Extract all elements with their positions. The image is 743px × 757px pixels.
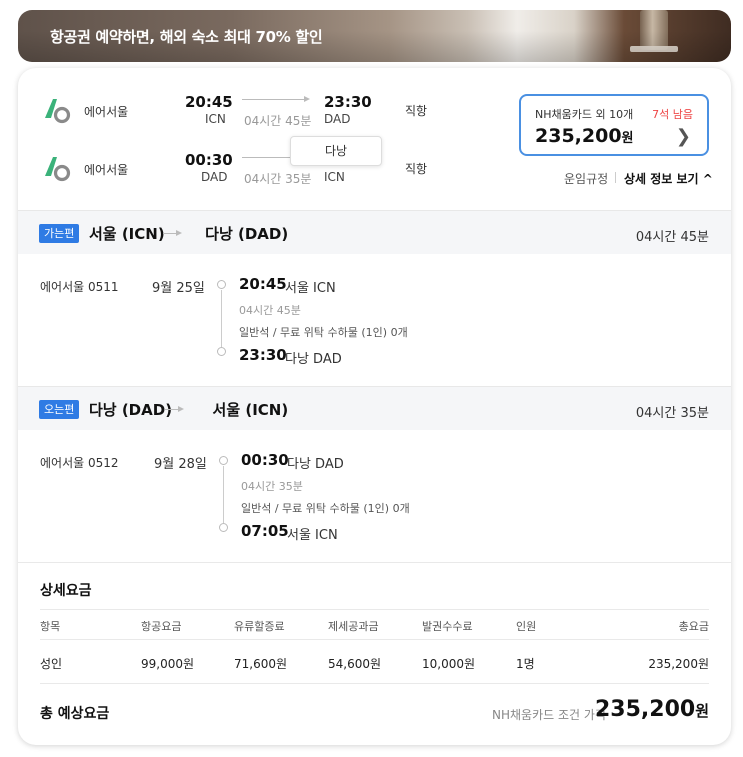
summary-type-outbound: 직항 (405, 104, 428, 118)
return-route: 다낭 (DAD) 서울 (ICN) (89, 399, 288, 420)
airline-logo-icon (45, 157, 71, 182)
departure-from: 서울 (ICN) (89, 225, 165, 243)
summary-dep-time-inbound: 00:30 (185, 151, 233, 169)
return-date: 9월 28일 (154, 457, 207, 472)
departure-duration: 04시간 45분 (239, 304, 301, 317)
return-arr-place: 서울 ICN (287, 528, 338, 543)
total-price: 235,200원 (594, 697, 709, 722)
return-to: 서울 (ICN) (212, 401, 289, 419)
seats-left-badge: 7석 남음 (652, 108, 693, 121)
airline-logo-icon (45, 99, 71, 124)
return-duration: 04시간 35분 (241, 480, 303, 493)
fare-header-fee: 발권수수료 (422, 620, 473, 633)
promo-banner[interactable]: 항공권 예약하면, 해외 숙소 최대 70% 할인 (18, 10, 731, 62)
departure-route: 서울 (ICN) 다낭 (DAD) (89, 223, 288, 244)
summary-dep-code-outbound: ICN (205, 112, 226, 126)
departure-arr-place: 다낭 DAD (285, 352, 342, 367)
chevron-right-icon: ❯ (675, 126, 691, 147)
summary-dep-code-inbound: DAD (201, 170, 228, 184)
link-divider (615, 172, 616, 183)
summary-airline-inbound: 에어서울 (84, 163, 129, 177)
summary-dep-time-outbound: 20:45 (185, 93, 233, 111)
fare-header-airfare: 항공요금 (141, 620, 182, 633)
fare-cell-tax: 54,600원 (328, 657, 382, 671)
airport-tooltip: 다낭 (290, 136, 382, 166)
summary-arr-code-outbound: DAD (324, 112, 351, 126)
fare-section-title: 상세요금 (40, 583, 92, 599)
departure-dep-place: 서울 ICN (285, 281, 336, 296)
fare-cell-fuel: 71,600원 (234, 657, 288, 671)
fare-cell-fee: 10,000원 (422, 657, 476, 671)
fare-cell-total: 235,200원 (648, 657, 709, 671)
summary-duration-inbound: 04시간 35분 (244, 172, 312, 186)
departure-arr-time: 23:30 (239, 346, 287, 364)
timeline-end-dot (217, 347, 226, 356)
price-value: 235,200원 (535, 125, 634, 147)
route-arrow-line (163, 233, 177, 234)
fare-cell-item: 성인 (40, 657, 63, 671)
timeline-line (221, 290, 222, 347)
fare-cell-pax: 1명 (516, 657, 535, 671)
return-section-header: 오는편 다낭 (DAD) 서울 (ICN) 04시간 35분 (18, 386, 731, 430)
departure-dep-time: 20:45 (239, 275, 287, 293)
summary-airline-outbound: 에어서울 (84, 105, 129, 119)
departure-section-header: 가는편 서울 (ICN) 다낭 (DAD) 04시간 45분 (18, 210, 731, 254)
fare-header-pax: 인원 (516, 620, 537, 633)
summary-arr-code-inbound: ICN (324, 170, 345, 184)
return-arr-time: 07:05 (241, 522, 289, 540)
fare-table-header-rule (40, 639, 709, 640)
fare-header-tax: 제세공과금 (328, 620, 379, 633)
fare-table-top-rule (40, 609, 709, 610)
summary-route-line-outbound (242, 99, 304, 100)
return-dep-place: 다낭 DAD (287, 457, 344, 472)
return-total-duration: 04시간 35분 (635, 406, 709, 421)
details-toggle-link[interactable]: 상세 정보 보기 ^ (624, 170, 713, 187)
timeline-line (223, 466, 224, 523)
return-baggage: 일반석 / 무료 위탁 수하물 (1인) 0개 (241, 502, 410, 515)
departure-flight-number: 에어서울 0511 (40, 280, 119, 294)
return-badge: 오는편 (39, 400, 80, 419)
summary-type-inbound: 직항 (405, 162, 428, 176)
summary-route-arrow-outbound (304, 96, 310, 102)
banner-text: 항공권 예약하면, 해외 숙소 최대 70% 할인 (50, 28, 323, 46)
price-select-button[interactable]: NH채움카드 외 10개 7석 남음 235,200원 ❯ (519, 94, 709, 156)
return-dep-time: 00:30 (241, 451, 289, 469)
departure-total-duration: 04시간 45분 (635, 230, 709, 245)
fare-header-total: 총요금 (678, 620, 709, 633)
total-condition: NH채움카드 조건 가격 (492, 708, 606, 722)
departure-to: 다낭 (DAD) (205, 225, 289, 243)
fare-table-bottom-rule (40, 683, 709, 684)
fare-rules-link[interactable]: 운임규정 (564, 170, 608, 187)
flight-card: 에어서울 20:45 ICN 04시간 45분 23:30 DAD 직항 에어서… (18, 68, 731, 745)
fare-header-fuel: 유류할증료 (234, 620, 285, 633)
summary-arr-time-outbound: 23:30 (324, 93, 372, 111)
timeline-start-dot (217, 280, 226, 289)
route-arrow-icon (176, 230, 182, 236)
departure-baggage: 일반석 / 무료 위탁 수하물 (1인) 0개 (239, 326, 408, 339)
fare-header-item: 항목 (40, 620, 61, 633)
fare-cell-airfare: 99,000원 (141, 657, 195, 671)
route-arrow-line (165, 409, 179, 410)
section-divider (18, 562, 731, 563)
timeline-end-dot (219, 523, 228, 532)
departure-badge: 가는편 (39, 224, 80, 243)
summary-duration-outbound: 04시간 45분 (244, 114, 312, 128)
card-discount-label: NH채움카드 외 10개 (535, 108, 634, 121)
timeline-start-dot (219, 456, 228, 465)
departure-date: 9월 25일 (152, 281, 205, 296)
total-label: 총 예상요금 (40, 706, 110, 722)
return-from: 다낭 (DAD) (89, 401, 173, 419)
route-arrow-icon (178, 406, 184, 412)
return-flight-number: 에어서울 0512 (40, 456, 119, 470)
